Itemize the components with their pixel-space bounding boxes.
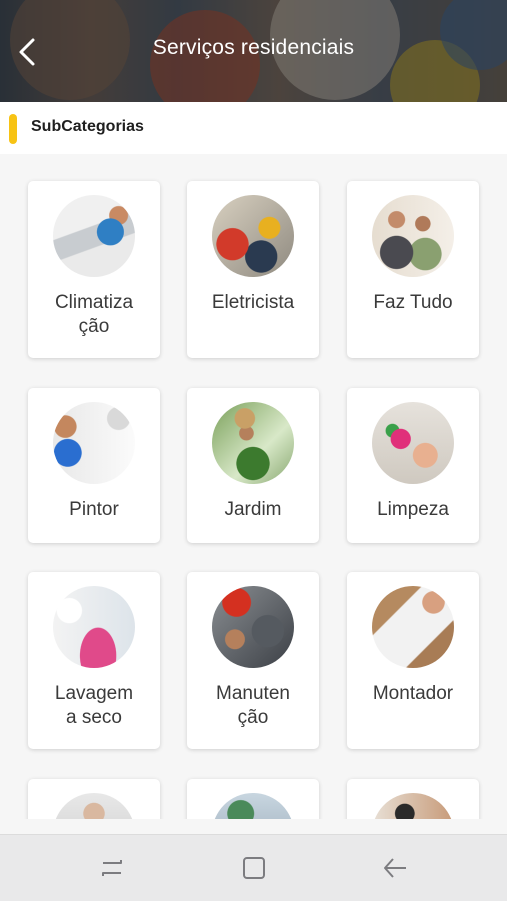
subcategory-card-jardim[interactable]: Jardim [187,388,319,543]
subcategory-card[interactable] [187,779,319,819]
subcategory-card[interactable] [28,779,160,819]
gardener-photo [212,402,294,484]
subcategory-grid: Climatiza ção Eletricista Faz Tudo Pinto… [0,154,507,819]
subcategory-label: Limpeza [377,499,449,520]
subcategory-card-montador[interactable]: Montador [347,572,479,749]
painter-photo [53,402,135,484]
subcategory-card-faz-tudo[interactable]: Faz Tudo [347,181,479,358]
system-back-button[interactable] [378,853,412,883]
subcategory-card-eletricista[interactable]: Eletricista [187,181,319,358]
subcategory-card-pintor[interactable]: Pintor [28,388,160,543]
cleaning-photo [372,402,454,484]
service-photo [53,793,135,819]
subcategory-card-manutencao[interactable]: Manuten ção [187,572,319,749]
service-photo [212,793,294,819]
system-navigation-bar [0,834,507,901]
service-photo [372,793,454,819]
back-arrow-icon [384,858,406,878]
air-conditioning-technician-photo [53,195,135,277]
subcategory-label: Faz Tudo [373,292,453,313]
handyman-family-photo [372,195,454,277]
subcategory-label: Montador [372,683,454,704]
subcategory-card-climatizacao[interactable]: Climatiza ção [28,181,160,358]
home-square-icon [243,857,265,879]
subcategory-label: Lavagem a seco [54,683,134,728]
recent-apps-icon [102,860,122,876]
home-button[interactable] [237,853,271,883]
section-header: SubCategorias [0,102,507,154]
subcategory-label: Jardim [224,499,282,520]
page-title: Serviços residenciais [152,36,355,59]
subcategory-label: Manuten ção [216,683,290,728]
electrician-photo [212,195,294,277]
header-banner: Serviços residenciais [0,0,507,102]
furniture-assembler-photo [372,586,454,668]
maintenance-photo [212,586,294,668]
subcategory-label: Eletricista [211,292,295,313]
recent-apps-button[interactable] [95,853,129,883]
subcategory-label: Climatiza ção [54,292,134,337]
subcategory-card-lavagem-a-seco[interactable]: Lavagem a seco [28,572,160,749]
section-title: SubCategorias [31,118,144,135]
section-accent-bar [9,114,17,144]
dry-cleaning-photo [53,586,135,668]
subcategory-card-limpeza[interactable]: Limpeza [347,388,479,543]
subcategory-label: Pintor [69,499,119,520]
subcategory-card[interactable] [347,779,479,819]
